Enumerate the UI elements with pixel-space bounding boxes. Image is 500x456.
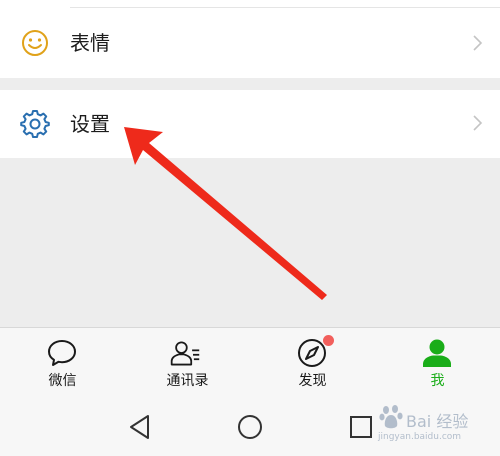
tab-label: 微信	[48, 373, 77, 389]
tab-contacts[interactable]: 通讯录	[125, 328, 250, 398]
gear-icon	[20, 110, 50, 138]
chevron-right-icon	[473, 35, 483, 51]
menu-label-emoji: 表情	[70, 31, 110, 55]
system-nav-bar	[0, 397, 500, 456]
me-page: 表情 设置 微信 通讯录 发现 我 Bai 经验 jingyan.baidu.c…	[0, 0, 500, 456]
recent-square-icon[interactable]	[347, 413, 375, 441]
tab-label: 我	[430, 373, 445, 389]
tab-me[interactable]: 我	[375, 328, 500, 398]
notification-badge	[323, 335, 334, 346]
home-circle-icon[interactable]	[236, 413, 264, 441]
tab-chats[interactable]: 微信	[0, 328, 125, 398]
bottom-tab-bar: 微信 通讯录 发现 我	[0, 327, 500, 397]
chat-bubble-icon	[48, 340, 76, 366]
smile-icon	[22, 30, 48, 56]
menu-label-settings: 设置	[70, 112, 110, 136]
tab-discover[interactable]: 发现	[250, 328, 375, 398]
contacts-icon	[170, 341, 200, 366]
tab-label: 发现	[298, 373, 327, 389]
back-triangle-icon[interactable]	[126, 413, 154, 441]
divider	[70, 7, 500, 8]
tab-label: 通讯录	[166, 373, 209, 389]
person-icon	[423, 339, 451, 367]
chevron-right-icon	[473, 115, 483, 131]
